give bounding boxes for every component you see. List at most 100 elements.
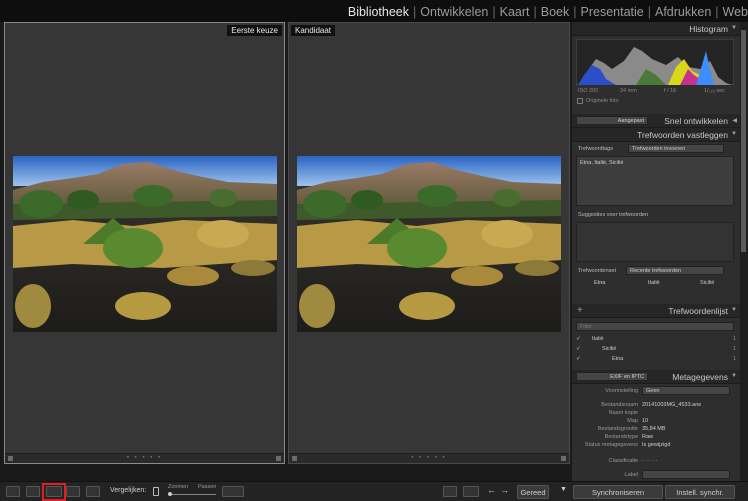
histogram-header[interactable]: Histogram ▼ — [572, 22, 740, 36]
compare-view-highlight — [42, 483, 66, 501]
sync-icon[interactable] — [222, 486, 244, 497]
histogram-aperture: f / 16 — [664, 88, 677, 94]
keyword-check[interactable]: ✓ — [576, 346, 581, 352]
pane-lock-icon[interactable] — [8, 456, 13, 461]
sync-button[interactable]: Synchroniseren — [573, 485, 663, 499]
metadata-label: Bestandsgrootte — [597, 426, 638, 432]
select-pane[interactable]: Eerste keuze • • • • • — [4, 22, 285, 464]
keyword-tags-label: Trefwoordtags — [578, 146, 613, 152]
add-keyword-icon[interactable]: + — [577, 305, 583, 316]
done-button[interactable]: Gereed — [517, 485, 549, 499]
keyword-list-panel: Filter ✓ Italië 1 ✓ Sicilië 1 ✓ Etna 1 — [572, 318, 740, 370]
people-view-icon[interactable] — [86, 486, 100, 497]
metadata-value: 35,84 MB — [642, 426, 666, 432]
keyword-check[interactable]: ✓ — [576, 356, 581, 362]
candidate-photo[interactable] — [297, 156, 561, 332]
metadata-preset-dropdown[interactable]: EXIF en IPTC — [576, 372, 648, 381]
right-panel-scrollbar[interactable] — [740, 22, 748, 481]
zoom-label: Zoomen — [168, 484, 189, 490]
keyword-list-item[interactable]: Sicilië — [602, 346, 616, 352]
keywording-panel: Trefwoordtags Trefwoorden invoeren Etna,… — [572, 142, 740, 304]
previous-arrow-icon[interactable]: ← — [487, 485, 496, 495]
keyword-tags-mode[interactable]: Trefwoorden invoeren — [628, 144, 724, 153]
metadata-preset-label: Voorinstelling — [605, 388, 638, 394]
module-book[interactable]: Boek — [541, 5, 570, 19]
keywording-header[interactable]: Trefwoorden vastleggen ▼ — [572, 128, 740, 142]
keyword-filter-input[interactable]: Filter — [576, 322, 734, 331]
classification-rating[interactable]: · · · · · — [642, 458, 657, 464]
classification-label: Classificatie — [608, 458, 638, 464]
histogram-graph — [576, 39, 734, 85]
keyword-tags-field[interactable]: Etna, Italië, Sicilië — [576, 156, 734, 206]
keyword-check[interactable]: ✓ — [576, 336, 581, 342]
compare-label: Vergelijken: — [110, 487, 147, 494]
label-label: Label — [624, 472, 638, 478]
quick-develop-header[interactable]: Aangepast Snel ontwikkelen ◀ — [572, 114, 740, 128]
module-picker: Bibliotheek | Ontwikkelen | Kaart | Boek | Prese… — [347, 5, 748, 19]
bottom-toolbar: Vergelijken: Zoomen Passen ← → Gereed ▼ … — [0, 481, 748, 501]
grid-view-icon[interactable] — [6, 486, 20, 497]
keyword-list-item[interactable]: Italië — [592, 336, 604, 342]
select-pane-footer: • • • • • — [5, 453, 284, 463]
metadata-preset-value[interactable]: Geen — [642, 386, 730, 395]
histogram-focal-length: 24 mm — [620, 88, 637, 94]
keyword-suggestions[interactable] — [576, 222, 734, 262]
module-library[interactable]: Bibliotheek — [348, 5, 409, 19]
rating-dots[interactable]: • • • • • — [127, 455, 162, 461]
module-print[interactable]: Afdrukken — [655, 5, 711, 19]
select-photo[interactable] — [13, 156, 277, 332]
loupe-view-icon[interactable] — [26, 486, 40, 497]
metadata-label: Status metagegevens — [584, 442, 638, 448]
histogram-shutter: 1/₁₂₅ sec — [704, 88, 725, 94]
metadata-header[interactable]: EXIF en IPTC Metagegevens ▼ — [572, 370, 740, 384]
keyword-count: 1 — [732, 346, 736, 352]
right-panel: Histogram ▼ ISO 200 24 mm f / 16 1/₁₂₅ se… — [572, 22, 740, 484]
metadata-value[interactable]: 20141003MG_4533.arw — [642, 402, 701, 408]
module-map[interactable]: Kaart — [500, 5, 530, 19]
zoom-slider-thumb[interactable] — [168, 492, 172, 496]
metadata-label: Bestandstype — [604, 434, 638, 440]
swap-icon[interactable] — [443, 486, 457, 497]
rating-dots[interactable]: • • • • • — [411, 455, 446, 461]
candidate-pane-footer: • • • • • — [289, 453, 569, 463]
histogram-panel: ISO 200 24 mm f / 16 1/₁₂₅ sec Originele… — [572, 36, 740, 114]
module-web[interactable]: Web — [723, 5, 748, 19]
keyword-set-label: Trefwoordenset — [578, 268, 617, 274]
original-photo-label: Originele foto — [586, 98, 619, 104]
quick-develop-preset[interactable]: Aangepast — [576, 116, 648, 125]
fit-label: Passen — [198, 484, 217, 490]
histogram-iso: ISO 200 — [578, 88, 599, 94]
metadata-value[interactable]: 10 — [642, 418, 648, 424]
keyword-set-item[interactable]: Italië — [648, 280, 660, 286]
keyword-list-header[interactable]: + Trefwoordenlijst ▼ — [572, 304, 740, 318]
zoom-slider[interactable] — [168, 494, 216, 495]
pane-flag-icon[interactable] — [276, 456, 281, 461]
metadata-label: Map — [627, 418, 638, 424]
metadata-value[interactable]: Is gewijzigd — [642, 442, 670, 448]
keyword-set-item[interactable]: Etna — [594, 280, 605, 286]
original-photo-checkbox[interactable] — [577, 98, 583, 104]
metadata-label: Bestandsnaam — [601, 402, 638, 408]
scrollbar-thumb[interactable] — [741, 30, 746, 252]
toolbar-menu-icon[interactable]: ▼ — [560, 486, 567, 493]
keyword-list-item[interactable]: Etna — [612, 356, 623, 362]
select-label: Eerste keuze — [227, 25, 282, 36]
pane-flag-icon[interactable] — [292, 456, 297, 461]
keyword-set-item[interactable]: Sicilië — [700, 280, 714, 286]
pane-color-icon[interactable] — [561, 456, 566, 461]
metadata-panel: Voorinstelling Geen Bestandsnaam 2014100… — [572, 384, 740, 484]
survey-view-icon[interactable] — [66, 486, 80, 497]
candidate-pane[interactable]: Kandidaat • • • • • — [288, 22, 570, 464]
module-develop[interactable]: Ontwikkelen — [420, 5, 488, 19]
make-select-icon[interactable] — [463, 486, 479, 497]
module-picker-bar: Bibliotheek | Ontwikkelen | Kaart | Boek | Prese… — [0, 0, 748, 22]
next-arrow-icon[interactable]: → — [500, 485, 509, 495]
module-slideshow[interactable]: Presentatie — [581, 5, 644, 19]
lock-icon[interactable] — [153, 487, 159, 496]
keyword-suggestions-label: Suggesties voor trefwoorden — [578, 212, 649, 218]
metadata-label: Naam kopie — [608, 410, 638, 416]
label-field[interactable] — [642, 470, 730, 479]
sync-settings-button[interactable]: Instell. synchr. — [665, 485, 735, 499]
keyword-tags-value: Etna, Italië, Sicilië — [580, 160, 624, 166]
keyword-set-dropdown[interactable]: Recente trefwoorden — [626, 266, 724, 275]
